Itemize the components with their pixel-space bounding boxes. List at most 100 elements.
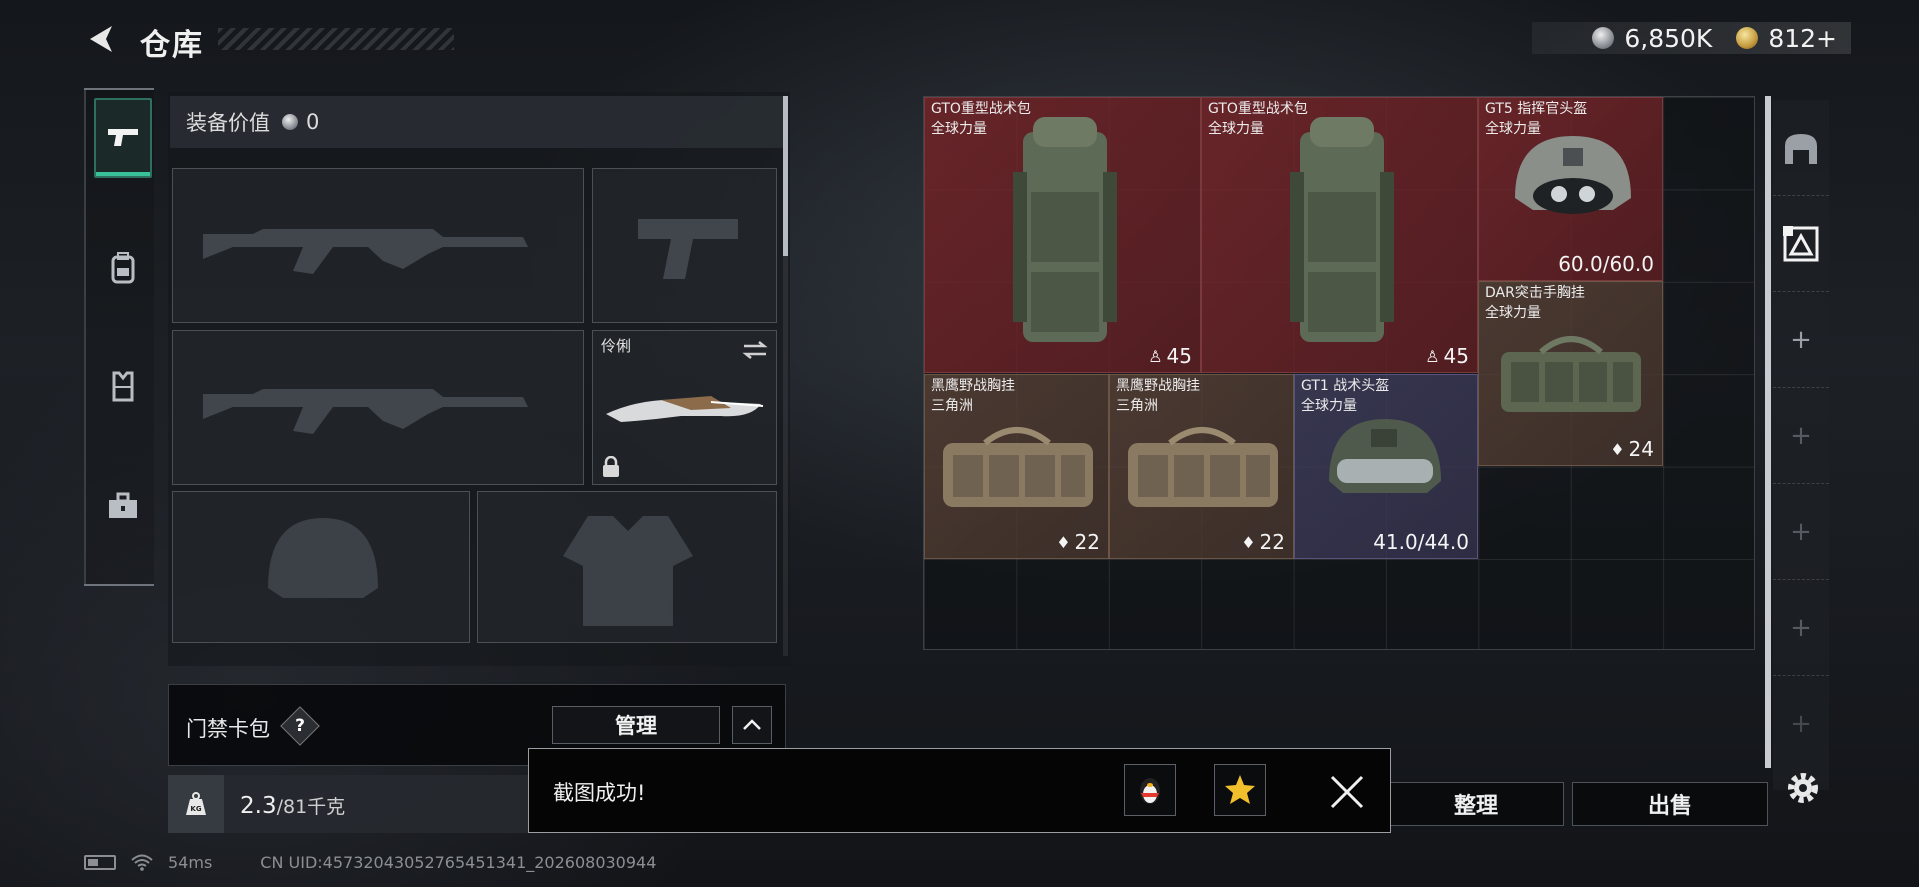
sort-button[interactable]: 整理 xyxy=(1388,782,1564,826)
secondary-weapon-slot[interactable] xyxy=(172,330,584,485)
gold-coin-icon xyxy=(1736,27,1759,49)
item-name: 黑鹰野战胸挂 xyxy=(931,378,1015,394)
rig-capacity-icon: ♦ xyxy=(1610,439,1625,459)
vest-icon xyxy=(112,371,134,402)
item-brand: 全球力量 xyxy=(931,121,987,137)
share-qzone-button[interactable] xyxy=(1214,764,1266,816)
nav-vest[interactable] xyxy=(94,346,152,426)
uid-text: CN UID:457320430527654513­41_20260803094… xyxy=(260,852,657,872)
title-stripe xyxy=(218,28,454,50)
pistol-slot[interactable] xyxy=(592,168,777,323)
add-storage-page-4[interactable]: + xyxy=(1773,580,1829,676)
primary-weapon-slot[interactable] xyxy=(172,168,584,323)
plus-icon: + xyxy=(1790,420,1812,451)
helmet-item-icon xyxy=(1515,136,1631,214)
plus-icon: + xyxy=(1790,324,1812,355)
equipment-scroll-thumb[interactable] xyxy=(783,96,788,256)
armor-silhouette-icon xyxy=(563,516,693,626)
melee-slot[interactable]: 伶俐 xyxy=(592,330,777,485)
item-durability-value: 41.0/44.0 xyxy=(1373,530,1469,554)
rifle-silhouette-icon xyxy=(203,229,528,274)
storage-page-active[interactable] xyxy=(1773,196,1829,292)
toast-message: 截图成功! xyxy=(553,781,646,805)
add-storage-page-3[interactable]: + xyxy=(1773,484,1829,580)
share-qq-button[interactable] xyxy=(1124,764,1176,816)
item-capacity-value: 24 xyxy=(1628,437,1654,461)
item-capacity: ♦ 24 xyxy=(1610,437,1654,461)
storage-item-backpack-1[interactable]: GTO重型战术包 全球力量 ♙ 45 xyxy=(924,97,1201,373)
storage-item-blackhawk-rig-2[interactable]: 黑鹰野战胸挂 三角洲 ♦ 22 xyxy=(1109,374,1294,559)
storage-box-icon xyxy=(1783,225,1819,261)
storage-item-gt5-helmet[interactable]: GT5 指挥官头盔 全球力量 60.0/60.0 xyxy=(1478,97,1663,281)
item-brand: 三角洲 xyxy=(931,398,973,414)
item-name: GT5 指挥官头盔 xyxy=(1485,101,1588,117)
swap-icon[interactable] xyxy=(742,339,768,361)
add-storage-page-5[interactable]: + xyxy=(1773,676,1829,772)
item-durability: 60.0/60.0 xyxy=(1558,252,1654,276)
item-brand: 三角洲 xyxy=(1116,398,1158,414)
karambit-knife-icon xyxy=(606,396,764,422)
currency-bar: 6,850K 812+ xyxy=(1532,22,1851,54)
backpack-item-icon xyxy=(1013,117,1117,342)
item-capacity: ♦ 22 xyxy=(1056,530,1100,554)
add-storage-page-2[interactable]: + xyxy=(1773,388,1829,484)
weight-current: 2.3 xyxy=(240,793,277,819)
plus-icon: + xyxy=(1790,709,1812,739)
manage-button[interactable]: 管理 xyxy=(552,706,720,744)
weight-bar xyxy=(168,775,548,833)
add-storage-page-1[interactable]: + xyxy=(1773,292,1829,388)
nav-toolbox[interactable] xyxy=(94,466,152,546)
storage-item-gt1-helmet[interactable]: GT1 战术头盔 全球力量 41.0/44.0 xyxy=(1294,374,1478,559)
storage-item-backpack-2[interactable]: GTO重型战术包 全球力量 ♙ 45 xyxy=(1201,97,1478,373)
kg-icon: KG xyxy=(186,792,206,815)
nav-top-divider xyxy=(84,88,154,90)
helmet-item-icon xyxy=(1329,419,1441,493)
settings-gear-icon[interactable] xyxy=(1783,768,1823,808)
plus-icon: + xyxy=(1790,516,1812,547)
rig-capacity-icon: ♦ xyxy=(1241,532,1256,552)
page-title: 仓库 xyxy=(140,28,204,63)
item-capacity-value: 22 xyxy=(1259,530,1285,554)
helmet-silhouette-icon xyxy=(268,518,378,598)
item-durability: 41.0/44.0 xyxy=(1373,530,1469,554)
storage-page-nav: + + + + + xyxy=(1773,100,1829,790)
nav-bottom-divider xyxy=(84,584,154,586)
rig-capacity-icon: ♦ xyxy=(1056,532,1071,552)
storage-scrollbar[interactable] xyxy=(1765,96,1771,768)
item-name: DAR突击手胸挂 xyxy=(1485,285,1585,301)
weight-readout: 2.3/81千克 xyxy=(240,792,345,819)
item-capacity-value: 45 xyxy=(1166,344,1192,368)
arch-icon xyxy=(1785,133,1817,164)
expand-button[interactable] xyxy=(732,706,772,744)
item-name: GT1 战术头盔 xyxy=(1301,378,1390,394)
rifle-silhouette-icon xyxy=(203,389,528,434)
helmet-slot[interactable] xyxy=(172,491,470,643)
armor-slot[interactable] xyxy=(477,491,777,643)
left-category-nav xyxy=(84,88,154,586)
capacity-icon: ♙ xyxy=(1148,346,1163,366)
melee-item-name: 伶俐 xyxy=(601,337,632,355)
nav-weapons[interactable] xyxy=(94,98,152,178)
silver-coin-icon xyxy=(1592,27,1615,49)
sell-button[interactable]: 出售 xyxy=(1572,782,1768,826)
chevron-up-icon xyxy=(743,719,761,730)
chest-rig-item-icon xyxy=(1501,336,1641,412)
status-bar: 54ms CN UID:457320430527654513­41_202608… xyxy=(84,850,656,874)
ping-value: 54ms xyxy=(168,852,213,872)
svg-text:KG: KG xyxy=(190,805,201,813)
item-capacity: ♙ 45 xyxy=(1148,344,1192,368)
storage-item-blackhawk-rig-1[interactable]: 黑鹰野战胸挂 三角洲 ♦ 22 xyxy=(924,374,1109,559)
storage-item-dar-chest-rig[interactable]: DAR突击手胸挂 全球力量 ♦ 24 xyxy=(1478,281,1663,466)
nav-backpack[interactable] xyxy=(94,228,152,308)
close-icon[interactable] xyxy=(1326,774,1368,810)
lock-icon xyxy=(603,456,619,477)
item-brand: 全球力量 xyxy=(1485,305,1541,321)
back-arrow-icon[interactable] xyxy=(84,22,118,56)
capacity-icon: ♙ xyxy=(1425,346,1440,366)
storage-page-home[interactable] xyxy=(1773,100,1829,196)
silver-currency-value: 6,850K xyxy=(1624,23,1713,53)
weight-max: /81千克 xyxy=(276,796,346,818)
gold-currency-value: 812+ xyxy=(1768,23,1837,53)
pistol-icon xyxy=(108,129,138,146)
help-icon[interactable]: ? xyxy=(286,712,314,740)
